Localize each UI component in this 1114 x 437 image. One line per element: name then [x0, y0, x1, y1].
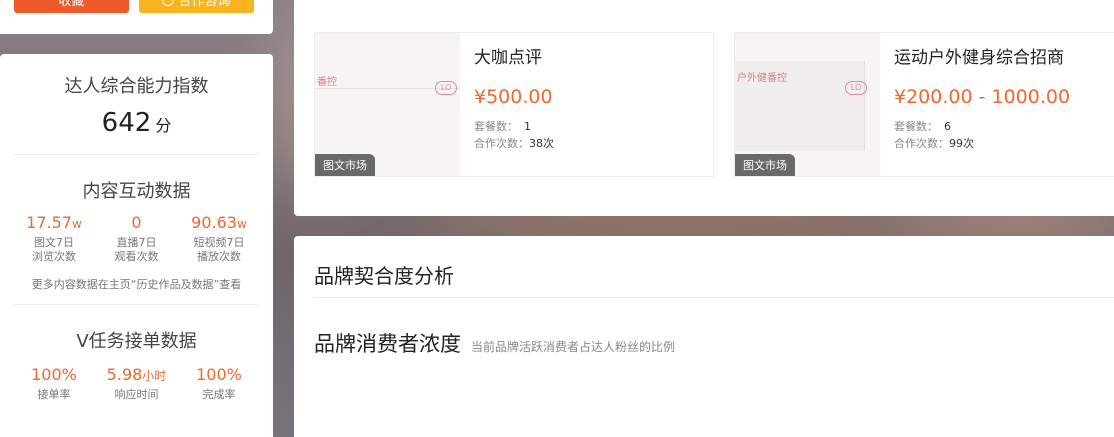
stat-response-time: 5.98小时 响应时间 [97, 365, 177, 402]
product-price: ¥200.00 - 1000.00 [894, 86, 1071, 108]
product-price: ¥500.00 [474, 86, 553, 108]
thumbnail-logo: LO [845, 81, 867, 95]
task-data-title: V任务接单数据 [76, 331, 197, 352]
brand-fit-title: 品牌契合度分析 [314, 264, 454, 288]
consumer-density-header: 品牌消费者浓度 当前品牌活跃消费者占达人粉丝的比例 [314, 328, 675, 358]
score-unit: 分 [155, 116, 172, 135]
divider [14, 154, 259, 155]
product-info: 运动户外健身综合招商 ¥200.00 - 1000.00 套餐数： 6 合作次数：… [880, 33, 1084, 176]
influencer-stats-panel: 达人综合能力指数 642 分 内容互动数据 17.57w 图文7日 浏览次数 0 直… [0, 54, 273, 437]
content-interaction-title: 内容互动数据 [82, 181, 191, 202]
stat-accept-rate: 100% 接单率 [14, 365, 94, 402]
product-meta: 套餐数： 1 合作次数：38次 [474, 120, 554, 150]
stat-value: 17.57w [26, 213, 82, 232]
history-data-link[interactable]: 更多内容数据在主页“历史作品及数据”查看 [0, 276, 273, 292]
ability-title: 达人综合能力指数 [64, 76, 209, 97]
stat-label: 短视频7日 播放次数 [193, 236, 245, 263]
consult-button[interactable]: 合作咨询 [139, 0, 254, 13]
stat-value: 0 [131, 213, 142, 232]
stat-graphic-views: 17.57w 图文7日 浏览次数 [14, 213, 94, 264]
consumer-density-desc: 当前品牌活跃消费者占达人粉丝的比例 [471, 340, 676, 354]
product-meta: 套餐数： 6 合作次数：99次 [894, 120, 974, 150]
product-name[interactable]: 大咖点评 [474, 43, 554, 68]
stat-video-plays: 90.63w 短视频7日 播放次数 [179, 213, 259, 264]
divider [314, 297, 1114, 298]
score-value: 642 [101, 108, 152, 138]
content-interaction-stats: 17.57w 图文7日 浏览次数 0 直播7日 观看次数 90.63w 短视频7日播… [0, 213, 273, 264]
market-badge: 图文市场 [735, 154, 795, 176]
product-thumbnail: 番控 LO 图文市场 [315, 33, 460, 176]
thumbnail-text: 番控 [317, 77, 337, 88]
stat-value: 90.63w [191, 213, 247, 232]
task-data-stats: 100% 接单率 5.98小时 响应时间 100% 完成率 [0, 365, 273, 402]
favorite-button[interactable]: 收藏 [14, 0, 129, 13]
product-name[interactable]: 运动户外健身综合招商 [894, 43, 1070, 68]
product-info: 大咖点评 ¥500.00 套餐数： 1 合作次数：38次 [460, 33, 568, 176]
stat-live-views: 0 直播7日 观看次数 [97, 213, 177, 264]
brand-fit-card: 品牌契合度分析 品牌消费者浓度 当前品牌活跃消费者占达人粉丝的比例 [294, 236, 1114, 437]
product-card[interactable]: 户外健番控 LO 图文市场 运动户外健身综合招商 ¥200.00 - 1000.… [734, 32, 1114, 177]
stat-completion-rate: 100% 完成率 [179, 365, 259, 402]
stat-label: 直播7日 观看次数 [114, 236, 159, 263]
thumbnail-text: 户外健番控 [737, 73, 787, 84]
favorite-button-label: 收藏 [58, 0, 85, 9]
stat-value: 100% [31, 365, 77, 384]
stat-label: 图文7日 浏览次数 [32, 236, 76, 263]
stat-value: 100% [196, 365, 242, 384]
consumer-density-title: 品牌消费者浓度 [314, 332, 461, 356]
stat-label: 接单率 [37, 388, 71, 401]
thumbnail-logo: LO [435, 81, 457, 95]
stat-value: 5.98小时 [106, 365, 167, 384]
product-list-card: 番控 LO 图文市场 大咖点评 ¥500.00 套餐数： 1 合作次数：38次 户… [294, 0, 1114, 216]
product-thumbnail: 户外健番控 LO 图文市场 [735, 33, 880, 176]
stat-label: 完成率 [202, 388, 236, 401]
chat-icon [162, 0, 175, 6]
ability-score: 642 分 [0, 108, 273, 138]
product-card[interactable]: 番控 LO 图文市场 大咖点评 ¥500.00 套餐数： 1 合作次数：38次 [314, 32, 714, 177]
market-badge: 图文市场 [315, 154, 375, 176]
consult-button-label: 合作咨询 [178, 0, 231, 9]
divider [14, 304, 259, 305]
stat-label: 响应时间 [114, 388, 159, 401]
